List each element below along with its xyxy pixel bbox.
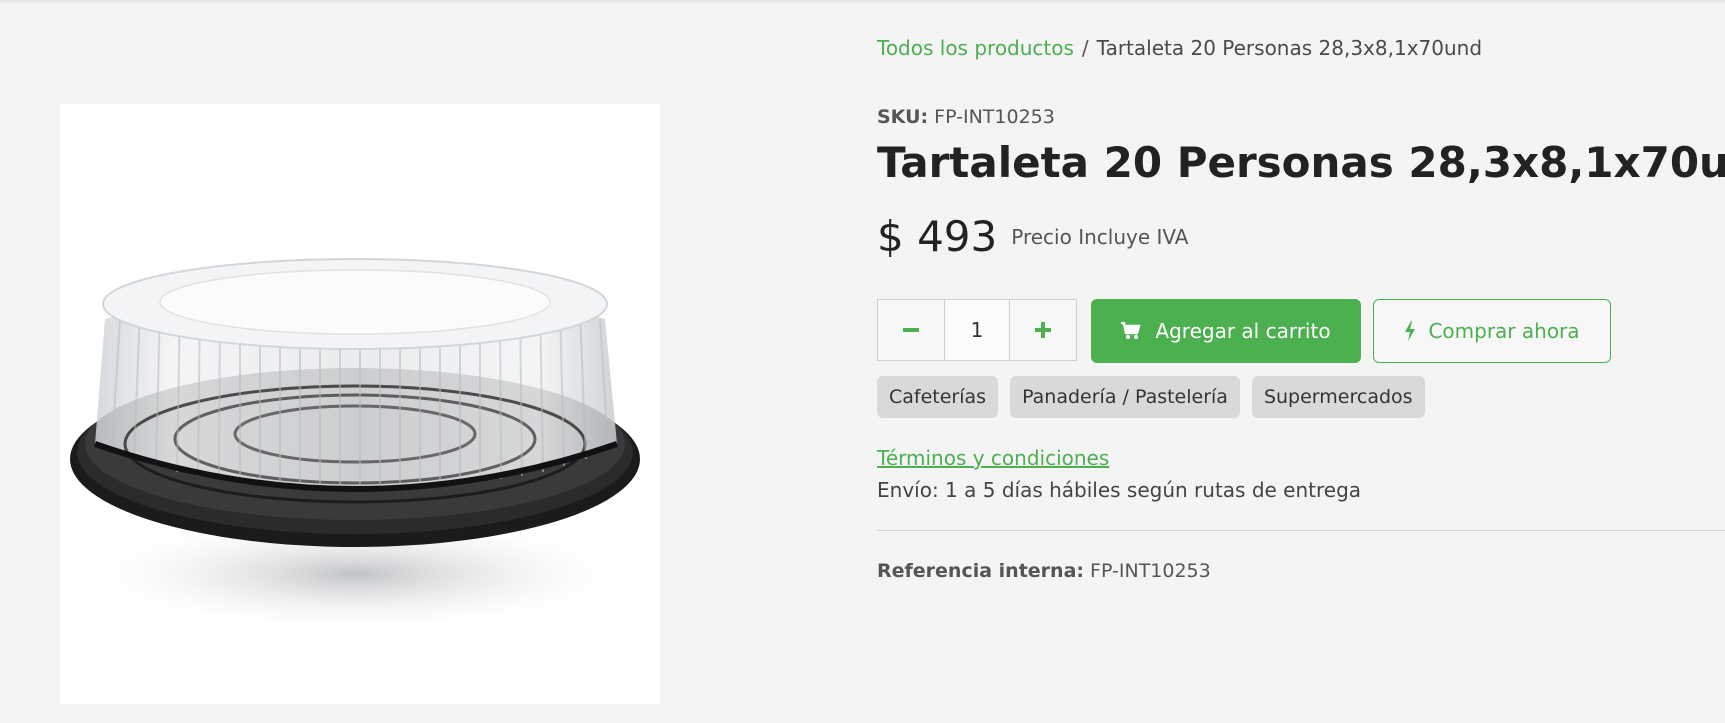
internal-reference-value: FP-INT10253 (1090, 560, 1211, 582)
breadcrumb-current: Tartaleta 20 Personas 28,3x8,1x70und (1096, 36, 1483, 60)
price-row: $ 493 Precio Incluye IVA (877, 212, 1188, 261)
product-image[interactable] (60, 104, 660, 704)
cart-icon (1121, 322, 1142, 339)
sku-label: SKU: (877, 106, 929, 128)
internal-reference-label: Referencia interna: (877, 560, 1084, 582)
quantity-input[interactable]: 1 (944, 300, 1010, 360)
product-title: Tartaleta 20 Personas 28,3x8,1x70und (877, 138, 1725, 187)
tag-panaderia-pasteleria[interactable]: Panadería / Pastelería (1010, 376, 1240, 418)
add-to-cart-label: Agregar al carrito (1155, 319, 1331, 343)
divider (877, 530, 1725, 531)
shipping-info: Envío: 1 a 5 días hábiles según rutas de… (877, 478, 1362, 502)
breadcrumb-separator: / (1081, 36, 1089, 60)
minus-icon (903, 328, 919, 332)
cake-dome-image (65, 258, 645, 634)
tag-cafeterias[interactable]: Cafeterías (877, 376, 999, 418)
tag-supermercados[interactable]: Supermercados (1251, 376, 1425, 418)
sku-value: FP-INT10253 (934, 106, 1055, 128)
breadcrumb-all-products-link[interactable]: Todos los productos (877, 36, 1074, 60)
price-note: Precio Incluye IVA (1011, 224, 1189, 249)
product-price: $ 493 (877, 212, 998, 261)
buy-now-button[interactable]: Comprar ahora (1373, 299, 1611, 363)
terms-link[interactable]: Términos y condiciones (877, 446, 1109, 470)
plus-icon (1035, 322, 1051, 338)
tag-list: Cafeterías Panadería / Pastelería Superm… (877, 376, 1425, 418)
add-to-cart-button[interactable]: Agregar al carrito (1091, 299, 1361, 363)
internal-reference: Referencia interna: FP-INT10253 (877, 560, 1211, 582)
breadcrumb: Todos los productos / Tartaleta 20 Persona… (877, 36, 1482, 60)
sku: SKU: FP-INT10253 (877, 106, 1055, 128)
quantity-decrease-button[interactable] (878, 300, 944, 360)
quantity-stepper: 1 (877, 299, 1077, 361)
bolt-icon (1405, 321, 1416, 341)
top-shadow (0, 0, 1725, 5)
buy-now-label: Comprar ahora (1428, 319, 1580, 343)
quantity-increase-button[interactable] (1010, 300, 1076, 360)
